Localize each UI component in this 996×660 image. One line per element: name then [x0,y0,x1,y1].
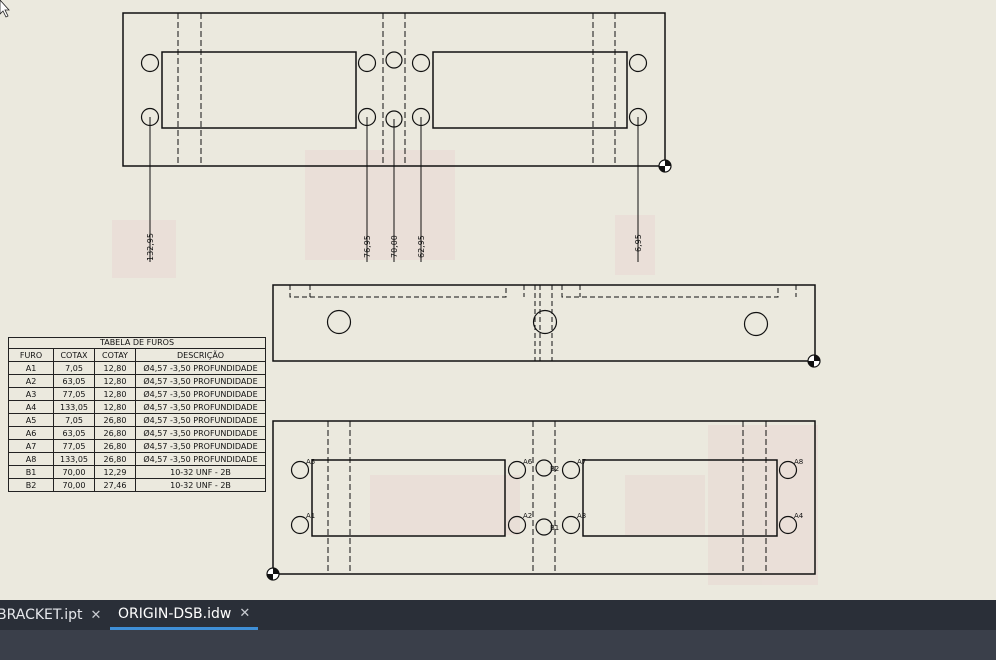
cell: Ø4,57 -3,50 PROFUNDIDADE [135,387,266,401]
table-row: A2 63,05 12,80 Ø4,57 -3,50 PROFUNDIDADE [8,374,266,388]
cell: 12,80 [94,400,136,414]
cell: A7 [8,439,54,453]
cell: 77,05 [53,387,95,401]
cell: Ø4,57 -3,50 PROFUNDIDADE [135,361,266,375]
table-row: A7 77,05 26,80 Ø4,57 -3,50 PROFUNDIDADE [8,439,266,453]
cell: 70,00 [53,465,95,479]
origin-marker-icon [266,567,280,581]
header-cotay: COTAY [94,348,136,362]
cell: Ø4,57 -3,50 PROFUNDIDADE [135,452,266,466]
hole-table: TABELA DE FUROS FURO COTAX COTAY DESCRIÇ… [8,337,266,492]
cell: 26,80 [94,426,136,440]
cell: 10-32 UNF - 2B [135,465,266,479]
header-cotax: COTAX [53,348,95,362]
hole-label-a1: A1 [306,512,315,520]
document-tab-bar: BRACKET.ipt ✕ ORIGIN-DSB.idw ✕ [0,600,996,630]
cell: 7,05 [53,361,95,375]
hole-label-a7: A7 [577,458,586,466]
dim-62-95: 62,95 [417,235,426,258]
cell: 70,00 [53,478,95,492]
dim-76-95: 76,95 [363,235,372,258]
side-view [272,284,816,362]
cell: 63,05 [53,426,95,440]
hole-label-a8: A8 [794,458,803,466]
table-row: A6 63,05 26,80 Ø4,57 -3,50 PROFUNDIDADE [8,426,266,440]
table-row: A4 133,05 12,80 Ø4,57 -3,50 PROFUNDIDADE [8,400,266,414]
cell: A5 [8,413,54,427]
origin-marker-icon [658,159,672,173]
cell: B2 [8,478,54,492]
hole-label-b2: B2 [550,465,559,473]
hole-table-title: TABELA DE FUROS [8,337,266,348]
cell: 10-32 UNF - 2B [135,478,266,492]
dim-70-00: 70,00 [390,235,399,258]
hole-label-a4: A4 [794,512,804,520]
table-row: A5 7,05 26,80 Ø4,57 -3,50 PROFUNDIDADE [8,413,266,427]
status-bar [0,630,996,660]
cell: Ø4,57 -3,50 PROFUNDIDADE [135,400,266,414]
hole-table-header: FURO COTAX COTAY DESCRIÇÃO [8,348,266,362]
cell: A3 [8,387,54,401]
tab-origin-dsb-idw[interactable]: ORIGIN-DSB.idw ✕ [110,600,259,630]
close-icon[interactable]: ✕ [239,606,250,621]
header-descricao: DESCRIÇÃO [135,348,266,362]
drawing-canvas[interactable]: 132,95 76,95 70,00 62,95 6,95 A5 A6 A7 A… [0,0,996,600]
cell: 12,29 [94,465,136,479]
cell: 26,80 [94,439,136,453]
top-view [122,12,666,262]
table-row: B1 70,00 12,29 10-32 UNF - 2B [8,465,266,479]
cell: 12,80 [94,387,136,401]
dim-132-95: 132,95 [146,233,155,261]
hole-label-b1: B1 [550,524,559,532]
hole-label-a2: A2 [523,512,532,520]
table-row: B2 70,00 27,46 10-32 UNF - 2B [8,478,266,492]
cell: Ø4,57 -3,50 PROFUNDIDADE [135,426,266,440]
cell: 27,46 [94,478,136,492]
table-row: A8 133,05 26,80 Ø4,57 -3,50 PROFUNDIDADE [8,452,266,466]
cell: 133,05 [53,400,95,414]
hole-label-a5: A5 [306,458,315,466]
tab-label: ORIGIN-DSB.idw [118,605,232,622]
cell: Ø4,57 -3,50 PROFUNDIDADE [135,439,266,453]
cell: 12,80 [94,361,136,375]
cell: Ø4,57 -3,50 PROFUNDIDADE [135,413,266,427]
cell: B1 [8,465,54,479]
cell: A1 [8,361,54,375]
cell: 26,80 [94,452,136,466]
table-row: A1 7,05 12,80 Ø4,57 -3,50 PROFUNDIDADE [8,361,266,375]
cell: 12,80 [94,374,136,388]
header-furo: FURO [8,348,54,362]
cell: 133,05 [53,452,95,466]
origin-marker-icon [807,354,821,368]
drawing-sheet[interactable]: 132,95 76,95 70,00 62,95 6,95 A5 A6 A7 A… [0,0,996,600]
tab-label: BRACKET.ipt [0,607,83,623]
cell: 63,05 [53,374,95,388]
cell: A6 [8,426,54,440]
cell: A8 [8,452,54,466]
cell: 26,80 [94,413,136,427]
hole-label-a6: A6 [523,458,533,466]
cell: A4 [8,400,54,414]
table-row: A3 77,05 12,80 Ø4,57 -3,50 PROFUNDIDADE [8,387,266,401]
close-icon[interactable]: ✕ [91,608,102,623]
tab-bracket-ipt[interactable]: BRACKET.ipt ✕ [0,600,101,630]
dim-6-95: 6,95 [634,234,643,252]
cell: A2 [8,374,54,388]
mouse-cursor-icon [0,0,10,18]
hole-label-a3: A3 [577,512,586,520]
cell: Ø4,57 -3,50 PROFUNDIDADE [135,374,266,388]
cell: 7,05 [53,413,95,427]
cell: 77,05 [53,439,95,453]
